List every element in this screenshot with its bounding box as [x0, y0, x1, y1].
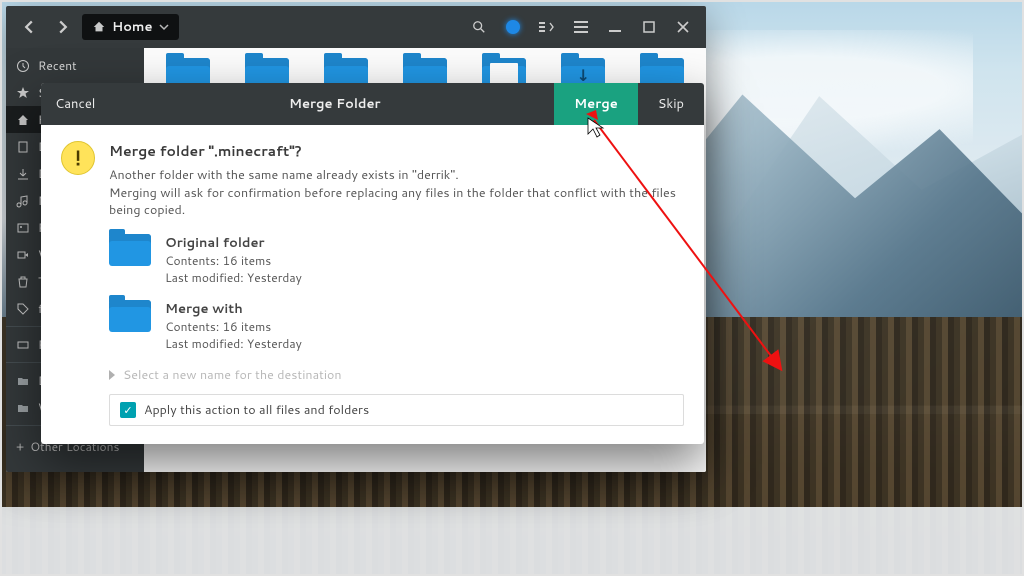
- apply-all-checkbox[interactable]: ✓: [120, 402, 136, 418]
- rename-hint: Select a new name for the destination: [123, 366, 342, 384]
- dialog-title: Merge Folder: [115, 95, 554, 113]
- maximize-button[interactable]: [634, 12, 664, 42]
- home-icon: [92, 20, 106, 34]
- chevron-down-icon: [159, 22, 169, 32]
- merge-with-title: Merge with: [165, 300, 302, 318]
- download-icon: [16, 167, 30, 181]
- dialog-headerbar: Cancel Merge Folder Merge Skip: [41, 83, 704, 125]
- hamburger-menu-button[interactable]: [566, 12, 596, 42]
- folder-icon: [109, 300, 151, 332]
- trash-icon: [16, 275, 30, 289]
- apply-all-row[interactable]: ✓ Apply this action to all files and fol…: [109, 394, 684, 426]
- chevron-right-icon: [109, 370, 115, 380]
- folder-icon: [109, 234, 151, 266]
- close-button[interactable]: [668, 12, 698, 42]
- minimize-button[interactable]: [600, 12, 630, 42]
- back-button[interactable]: [14, 12, 44, 42]
- warning-icon: !: [61, 141, 95, 175]
- original-folder-modified: Last modified: Yesterday: [165, 269, 302, 286]
- tag-icon: [16, 302, 30, 316]
- plus-icon: +: [16, 438, 24, 455]
- recent-icon: [16, 59, 30, 73]
- original-folder-title: Original folder: [165, 234, 302, 252]
- activity-indicator: [498, 12, 528, 42]
- view-toggle-button[interactable]: [532, 12, 562, 42]
- merge-with-contents: Contents: 16 items: [165, 318, 302, 335]
- folder-icon: [16, 374, 30, 388]
- skip-button[interactable]: Skip: [638, 83, 704, 125]
- path-label: Home: [112, 18, 153, 36]
- sidebar-item-label: Recent: [38, 57, 77, 74]
- home-icon: [16, 113, 30, 127]
- pictures-icon: [16, 221, 30, 235]
- sidebar-item-recent[interactable]: Recent: [6, 52, 144, 79]
- apply-all-label: Apply this action to all files and folde…: [144, 401, 369, 419]
- video-icon: [16, 248, 30, 262]
- original-folder-block: Original folder Contents: 16 items Last …: [109, 234, 684, 286]
- forward-button[interactable]: [48, 12, 78, 42]
- window-headerbar: Home: [6, 6, 706, 48]
- dialog-heading: Merge folder ".minecraft"?: [109, 141, 684, 161]
- dialog-description: Another folder with the same name alread…: [109, 167, 684, 220]
- original-folder-contents: Contents: 16 items: [165, 252, 302, 269]
- folder-icon: [16, 401, 30, 415]
- documents-icon: [16, 140, 30, 154]
- music-icon: [16, 194, 30, 208]
- merge-with-modified: Last modified: Yesterday: [165, 335, 302, 352]
- merge-folder-dialog: Cancel Merge Folder Merge Skip ! Merge f…: [41, 83, 704, 444]
- drive-icon: [16, 338, 30, 352]
- star-icon: [16, 86, 30, 100]
- path-breadcrumb[interactable]: Home: [82, 14, 179, 40]
- merge-button[interactable]: Merge: [554, 83, 638, 125]
- merge-with-block: Merge with Contents: 16 items Last modif…: [109, 300, 684, 352]
- rename-expander[interactable]: Select a new name for the destination: [109, 366, 684, 384]
- cancel-button[interactable]: Cancel: [41, 83, 115, 125]
- search-button[interactable]: [464, 12, 494, 42]
